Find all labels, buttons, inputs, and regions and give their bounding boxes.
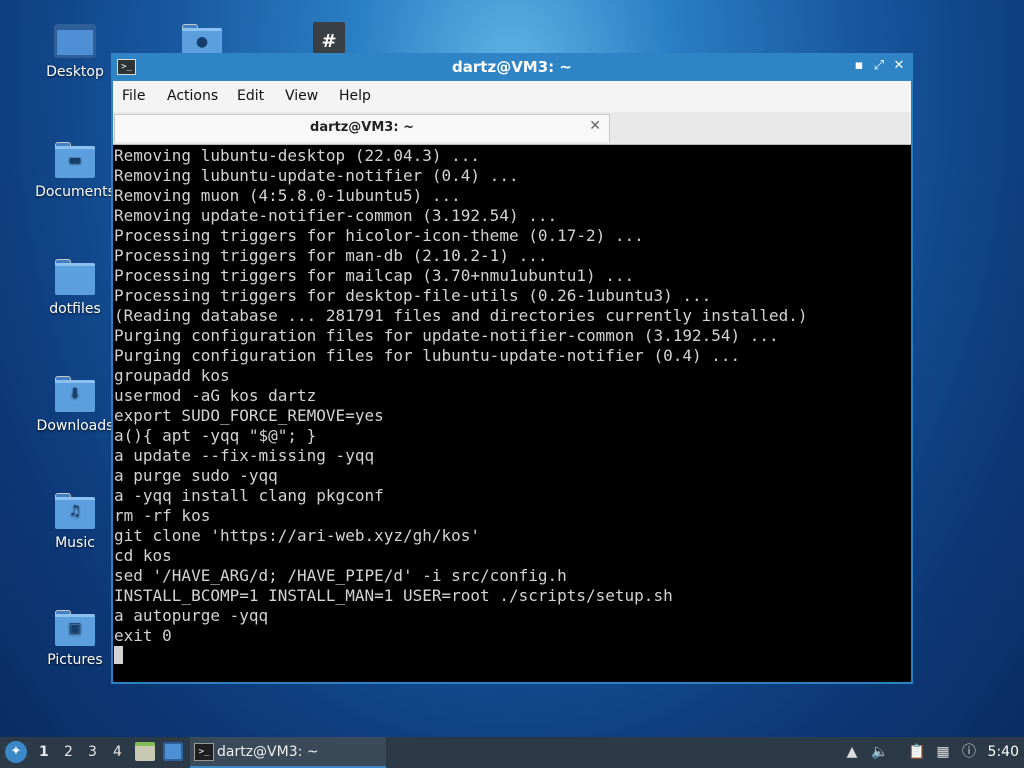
terminal-line: Removing muon (4:5.8.0-1ubuntu5) ... bbox=[114, 186, 461, 205]
taskbar-item-label: dartz@VM3: ~ bbox=[217, 744, 319, 760]
clock: 5:40 bbox=[987, 744, 1019, 760]
terminal-line: exit 0 bbox=[114, 626, 172, 645]
notification-icon[interactable]: ⓘ bbox=[960, 743, 978, 761]
terminal-line: Processing triggers for man-db (2.10.2-1… bbox=[114, 246, 548, 265]
window-title: dartz@VM3: ~ bbox=[452, 58, 572, 76]
terminal-line: git clone 'https://ari-web.xyz/gh/kos' bbox=[114, 526, 481, 545]
terminal-line: Removing update-notifier-common (3.192.5… bbox=[114, 206, 558, 225]
terminal-output[interactable]: Removing lubuntu-desktop (22.04.3) ... Re… bbox=[113, 145, 911, 682]
terminal-line: a -yqq install clang pkgconf bbox=[114, 486, 384, 505]
updates-icon[interactable]: ▲ bbox=[843, 743, 861, 761]
pictures-folder-icon: ▣ bbox=[55, 610, 95, 646]
tab-label: dartz@VM3: ~ bbox=[310, 120, 414, 135]
desktop-icon-label: Desktop bbox=[46, 64, 104, 80]
desktop-icon-music[interactable]: ♫ Music bbox=[27, 493, 123, 551]
workspace-4[interactable]: 4 bbox=[113, 744, 122, 760]
desktop-icon-downloads[interactable]: ⬇ Downloads bbox=[27, 376, 123, 434]
workspace-1[interactable]: 1 bbox=[39, 744, 49, 760]
menu-help[interactable]: Help bbox=[339, 88, 371, 104]
script-file-icon[interactable]: # bbox=[313, 22, 345, 54]
desktop-icon-label: dotfiles bbox=[49, 301, 101, 317]
terminal-line: Removing lubuntu-update-notifier (0.4) .… bbox=[114, 166, 519, 185]
terminal-cursor bbox=[114, 646, 123, 664]
taskbar: ✦ 1 2 3 4 >_ dartz@VM3: ~ ▲ 🔈 📋 ▦ ⓘ 5:40 bbox=[0, 737, 1024, 768]
user-folder-icon[interactable]: ● bbox=[182, 24, 222, 60]
start-menu-button[interactable]: ✦ bbox=[5, 741, 27, 763]
desktop-icon-dotfiles[interactable]: dotfiles bbox=[27, 259, 123, 317]
terminal-line: Processing triggers for mailcap (3.70+nm… bbox=[114, 266, 635, 285]
maximize-button[interactable]: ⤢ bbox=[871, 58, 887, 74]
terminal-line: usermod -aG kos dartz bbox=[114, 386, 317, 405]
close-button[interactable]: ✕ bbox=[891, 58, 907, 74]
tab-close-icon[interactable]: ✕ bbox=[589, 118, 601, 134]
desktop-icon-pictures[interactable]: ▣ Pictures bbox=[27, 610, 123, 668]
menu-bar: File Actions Edit View Help bbox=[113, 81, 911, 112]
taskbar-item-terminal[interactable]: >_ dartz@VM3: ~ bbox=[190, 737, 386, 768]
monitor-icon bbox=[54, 24, 96, 58]
desktop-icon-desktop[interactable]: Desktop bbox=[27, 24, 123, 80]
tab-terminal[interactable]: dartz@VM3: ~ ✕ bbox=[114, 114, 610, 142]
terminal-prompt-line bbox=[114, 646, 808, 666]
window-titlebar[interactable]: >_ dartz@VM3: ~ ▪ ⤢ ✕ bbox=[111, 53, 913, 81]
tab-bar: dartz@VM3: ~ ✕ bbox=[113, 112, 911, 145]
terminal-line: a update --fix-missing -yqq bbox=[114, 446, 375, 465]
terminal-line: a(){ apt -yqq "$@"; } bbox=[114, 426, 317, 445]
terminal-line: Processing triggers for hicolor-icon-the… bbox=[114, 226, 644, 245]
clipboard-icon[interactable]: 📋 bbox=[908, 743, 926, 761]
download-folder-icon: ⬇ bbox=[55, 376, 95, 412]
workspace-2[interactable]: 2 bbox=[64, 744, 73, 760]
network-icon[interactable]: ▦ bbox=[934, 743, 952, 761]
terminal-line: Removing lubuntu-desktop (22.04.3) ... bbox=[114, 146, 481, 165]
terminal-lines: Removing lubuntu-desktop (22.04.3) ... Re… bbox=[114, 146, 808, 666]
terminal-line: rm -rf kos bbox=[114, 506, 211, 525]
desktop-icon-label: Downloads bbox=[36, 418, 114, 434]
terminal-line: a purge sudo -yqq bbox=[114, 466, 278, 485]
menu-view[interactable]: View bbox=[285, 88, 318, 104]
terminal-line: groupadd kos bbox=[114, 366, 230, 385]
menu-edit[interactable]: Edit bbox=[237, 88, 264, 104]
show-desktop-icon[interactable] bbox=[163, 742, 183, 761]
desktop-icon-label: Documents bbox=[35, 184, 115, 200]
folder-icon bbox=[55, 259, 95, 295]
terminal-line: export SUDO_FORCE_REMOVE=yes bbox=[114, 406, 384, 425]
desktop-icon-documents[interactable]: ▬ Documents bbox=[27, 142, 123, 200]
terminal-line: a autopurge -yqq bbox=[114, 606, 269, 625]
terminal-line: cd kos bbox=[114, 546, 172, 565]
workspace-3[interactable]: 3 bbox=[88, 744, 97, 760]
terminal-line: INSTALL_BCOMP=1 INSTALL_MAN=1 USER=root … bbox=[114, 586, 673, 605]
minimize-button[interactable]: ▪ bbox=[851, 58, 867, 74]
desktop-icon-label: Music bbox=[55, 535, 95, 551]
volume-icon[interactable]: 🔈 bbox=[871, 743, 889, 761]
terminal-window: >_ dartz@VM3: ~ ▪ ⤢ ✕ File Actions Edit … bbox=[111, 53, 913, 684]
terminal-line: Processing triggers for desktop-file-uti… bbox=[114, 286, 712, 305]
menu-actions[interactable]: Actions bbox=[167, 88, 218, 104]
folder-icon: ▬ bbox=[55, 142, 95, 178]
desktop-icon-label: Pictures bbox=[47, 652, 103, 668]
terminal-line: sed '/HAVE_ARG/d; /HAVE_PIPE/d' -i src/c… bbox=[114, 566, 567, 585]
terminal-line: Purging configuration files for update-n… bbox=[114, 326, 779, 345]
terminal-line: Purging configuration files for lubuntu-… bbox=[114, 346, 741, 365]
file-manager-launcher-icon[interactable] bbox=[135, 742, 155, 761]
terminal-icon: >_ bbox=[194, 743, 214, 761]
music-folder-icon: ♫ bbox=[55, 493, 95, 529]
terminal-line: (Reading database ... 281791 files and d… bbox=[114, 306, 808, 325]
menu-file[interactable]: File bbox=[122, 88, 145, 104]
